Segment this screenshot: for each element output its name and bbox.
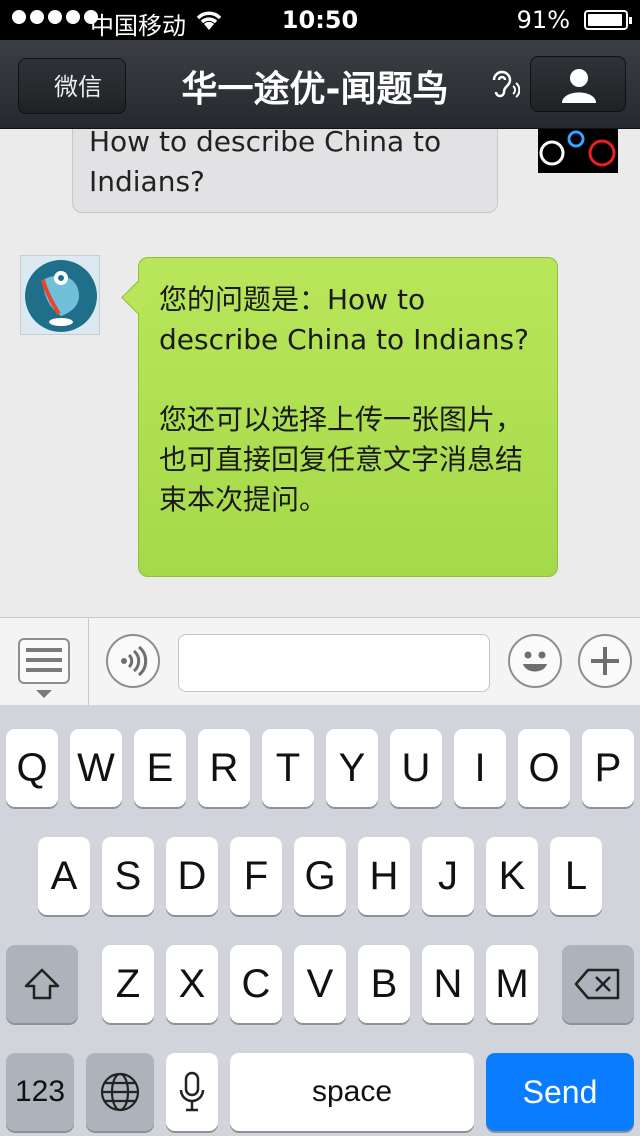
key-b[interactable]: B [358, 945, 410, 1023]
toolbar-divider [88, 618, 89, 706]
key-u[interactable]: U [390, 729, 442, 807]
person-icon [562, 69, 596, 103]
key-a[interactable]: A [38, 837, 90, 915]
key-w[interactable]: W [70, 729, 122, 807]
profile-button[interactable] [530, 56, 626, 112]
key-n[interactable]: N [422, 945, 474, 1023]
keyboard: Q W E R T Y U I O P A S D F G H J K L Z … [0, 705, 640, 1136]
shift-key[interactable] [6, 945, 78, 1023]
key-z[interactable]: Z [102, 945, 154, 1023]
key-x[interactable]: X [166, 945, 218, 1023]
key-l[interactable]: L [550, 837, 602, 915]
key-j[interactable]: J [422, 837, 474, 915]
chat-title: 华一途优-闻题鸟 [181, 69, 449, 110]
send-key[interactable]: Send [486, 1053, 634, 1131]
key-g[interactable]: G [294, 837, 346, 915]
user-avatar[interactable] [538, 129, 618, 173]
key-d[interactable]: D [166, 837, 218, 915]
input-toolbar [0, 617, 640, 706]
voice-input-button[interactable] [106, 634, 160, 688]
message-input[interactable] [178, 634, 490, 692]
bot-reply-bubble[interactable]: 您的问题是：How to describe China to Indians? … [138, 257, 558, 577]
numbers-key[interactable]: 123 [6, 1053, 74, 1131]
backspace-key[interactable] [562, 945, 634, 1023]
key-o[interactable]: O [518, 729, 570, 807]
chevron-down-icon [36, 690, 52, 698]
key-e[interactable]: E [134, 729, 186, 807]
key-c[interactable]: C [230, 945, 282, 1023]
battery-icon [584, 10, 632, 30]
backspace-icon [574, 968, 620, 1000]
emoji-button[interactable] [508, 634, 562, 688]
microphone-icon [179, 1071, 205, 1112]
key-f[interactable]: F [230, 837, 282, 915]
key-h[interactable]: H [358, 837, 410, 915]
user-message-bubble[interactable]: How to describe China to Indians? [72, 129, 498, 213]
globe-icon [100, 1072, 140, 1112]
menu-toggle-button[interactable] [18, 638, 70, 684]
shift-arrow-icon [24, 968, 60, 1000]
bot-avatar[interactable] [20, 255, 100, 335]
plus-icon [591, 647, 619, 675]
nav-bar: 微信 华一途优-闻题鸟 [0, 40, 640, 129]
globe-key[interactable] [86, 1053, 154, 1131]
more-options-button[interactable] [578, 634, 632, 688]
earpiece-mode-icon [486, 68, 521, 102]
key-t[interactable]: T [262, 729, 314, 807]
key-m[interactable]: M [486, 945, 538, 1023]
key-p[interactable]: P [582, 729, 634, 807]
chat-area[interactable]: How to describe China to Indians? 您的问题是：… [0, 129, 640, 617]
key-v[interactable]: V [294, 945, 346, 1023]
key-r[interactable]: R [198, 729, 250, 807]
dictation-key[interactable] [166, 1053, 218, 1131]
sound-wave-icon [121, 645, 148, 677]
smiley-icon [523, 651, 547, 672]
status-bar: 中国移动 10:50 91% [0, 0, 640, 40]
key-k[interactable]: K [486, 837, 538, 915]
key-s[interactable]: S [102, 837, 154, 915]
key-q[interactable]: Q [6, 729, 58, 807]
key-y[interactable]: Y [326, 729, 378, 807]
space-key[interactable]: space [230, 1053, 474, 1131]
battery-percent: 91% [516, 6, 570, 34]
key-i[interactable]: I [454, 729, 506, 807]
back-button[interactable]: 微信 [18, 58, 126, 114]
